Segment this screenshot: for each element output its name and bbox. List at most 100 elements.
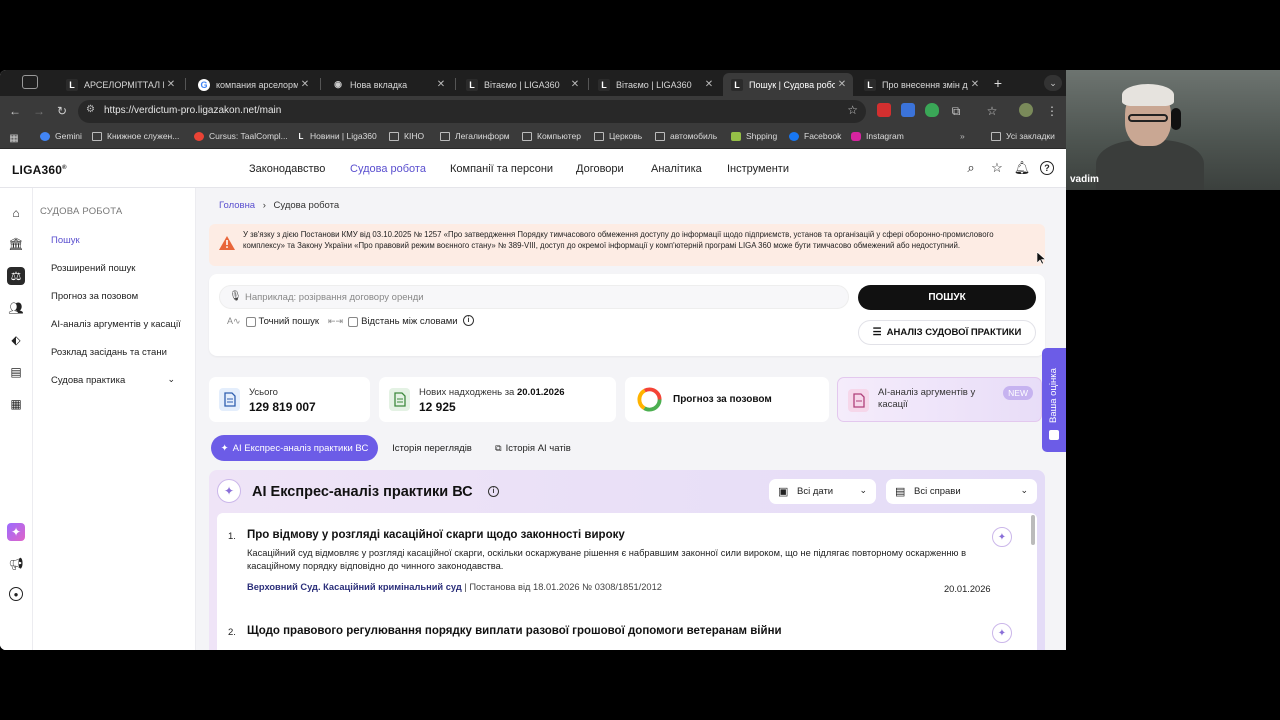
more-bookmarks-icon[interactable]: » [960, 131, 965, 141]
tab-search-icon[interactable] [22, 75, 38, 89]
liga360-logo[interactable]: LIGA360® [12, 163, 67, 177]
home-icon[interactable]: ⌂ [7, 204, 25, 222]
stat-ai-cassation[interactable]: AI-аналіз аргументів у касації NEW [837, 377, 1042, 422]
bookmark-item[interactable]: Instagram [851, 131, 904, 141]
tab[interactable]: L Вітаємо | LIGA360 ✕ [458, 73, 586, 96]
bookmarks-panel-icon[interactable]: ☆ [984, 103, 1000, 119]
bookmark-item[interactable]: Cursus: TaalCompl... [194, 131, 288, 141]
stat-forecast[interactable]: Прогноз за позовом [625, 377, 829, 422]
breadcrumb-home[interactable]: Головна [219, 200, 255, 211]
search-input[interactable] [245, 290, 825, 305]
tab-list-chevron-icon[interactable]: ⌄ [1044, 75, 1062, 91]
profile-avatar-icon[interactable] [1019, 103, 1033, 117]
nav-legislation[interactable]: Законодавство [249, 163, 325, 175]
url-text[interactable]: https://verdictum-pro.ligazakon.net/main [104, 105, 281, 116]
profile-icon[interactable]: ● [9, 587, 23, 601]
tab[interactable]: L Вітаємо | LIGA360 ✕ [590, 73, 720, 96]
tab[interactable]: L Про внесення змін до ✕ [856, 73, 986, 96]
close-tab-icon[interactable]: ✕ [434, 79, 448, 90]
result-title[interactable]: Щодо правового регулювання порядку випла… [247, 625, 782, 637]
forward-icon[interactable]: → [31, 103, 47, 119]
result-title[interactable]: Про відмову у розгляді касаційної скарги… [247, 529, 625, 541]
info-icon[interactable]: i [463, 315, 474, 326]
close-tab-icon[interactable]: ✕ [968, 79, 982, 90]
bookmark-item[interactable]: КІНО [389, 131, 424, 141]
close-tab-icon[interactable]: ✕ [702, 79, 716, 90]
browser-menu-icon[interactable]: ⋮ [1044, 103, 1060, 119]
all-bookmarks[interactable]: Усі закладки [991, 131, 1055, 141]
nav-court-work[interactable]: Судова робота [350, 163, 426, 175]
address-bar[interactable]: ⚙ https://verdictum-pro.ligazakon.net/ma… [78, 100, 866, 123]
close-tab-icon[interactable]: ✕ [164, 79, 178, 90]
news-icon[interactable]: ▤ [7, 363, 25, 381]
extensions-puzzle-icon[interactable]: ⧉ [948, 103, 964, 119]
new-tab-icon[interactable]: + [990, 75, 1006, 91]
notifications-bell-icon[interactable]: 🔔︎ [1014, 160, 1031, 176]
search-icon[interactable]: ⌕ [963, 160, 979, 176]
date-filter-dropdown[interactable]: ▣ Всі дати ⌄ [769, 479, 876, 504]
bookmark-item[interactable]: Книжное служен... [92, 131, 179, 141]
nav-contracts[interactable]: Договори [576, 163, 624, 175]
back-icon[interactable]: ← [7, 103, 23, 119]
word-distance-option[interactable]: ⇤⇥ Відстань між словами [328, 316, 458, 327]
translate-extension-icon[interactable] [901, 103, 915, 117]
tab[interactable]: L АРСЕЛОРМІТТАЛ КРИ ✕ [58, 73, 182, 96]
sidebar-item-search[interactable]: Пошук [51, 235, 80, 246]
ai-sparkle-button-icon[interactable]: ✦ [992, 527, 1012, 547]
bank-icon[interactable]: 🏛︎ [7, 235, 25, 253]
bookmark-item[interactable]: Компьютер [522, 131, 581, 141]
bookmark-item[interactable]: Shpping [731, 131, 777, 141]
exact-search-option[interactable]: A∿ Точний пошук [227, 316, 319, 327]
megaphone-icon[interactable]: 📢︎ [7, 555, 25, 573]
tab[interactable]: ◉ Нова вкладка ✕ [324, 73, 452, 96]
nav-companies[interactable]: Компанії та персони [450, 163, 553, 175]
close-tab-icon[interactable]: ✕ [298, 79, 312, 90]
info-icon[interactable]: i [488, 486, 499, 497]
tab-ai-express[interactable]: ✦ AI Експрес-аналіз практики ВС [211, 435, 378, 461]
bookmark-item[interactable]: автомобиль [655, 131, 717, 141]
people-icon[interactable]: 👥︎ [7, 299, 25, 317]
tab-active[interactable]: L Пошук | Судова робота ✕ [723, 73, 853, 96]
pdf-extension-icon[interactable] [877, 103, 891, 117]
nav-analytics[interactable]: Аналітика [651, 163, 702, 175]
bookmark-star-icon[interactable]: ☆ [847, 103, 858, 117]
gavel-icon[interactable]: ⚖ [7, 267, 25, 285]
bookmark-item[interactable]: Gemini [40, 131, 82, 141]
sidebar-item-court-practice[interactable]: Судова практика [51, 375, 125, 386]
ai-sparkle-button-icon[interactable]: ✦ [992, 623, 1012, 643]
close-tab-icon[interactable]: ✕ [835, 79, 849, 90]
scrollbar[interactable] [1031, 515, 1035, 545]
microphone-icon[interactable]: 🎙︎ [229, 291, 242, 302]
stat-total[interactable]: Усього 129 819 007 [209, 377, 370, 422]
sidebar-item-advanced-search[interactable]: Розширений пошук [51, 263, 135, 274]
court-practice-analysis-button[interactable]: ☰ АНАЛІЗ СУДОВОЇ ПРАКТИКИ [858, 320, 1036, 345]
tab-ai-chat-history[interactable]: ⧉ Історія AI чатів [488, 435, 578, 461]
feedback-tab[interactable]: Ваша оцінка [1042, 348, 1066, 452]
word-distance-checkbox[interactable] [348, 316, 359, 327]
apps-grid-icon[interactable]: ▦ [6, 130, 22, 146]
bookmark-item[interactable]: Церковь [594, 131, 642, 141]
result-court[interactable]: Верховний Суд. Касаційний кримінальний с… [247, 582, 462, 592]
stat-new[interactable]: Нових надходжень за 20.01.2026 12 925 [379, 377, 616, 422]
calculator-icon[interactable]: ▦ [7, 395, 25, 413]
tab[interactable]: G компания арселормиттал ✕ [190, 73, 316, 96]
tab-view-history[interactable]: Історія переглядів [386, 435, 478, 461]
help-icon[interactable]: ? [1040, 161, 1054, 175]
bookmark-item[interactable]: Легалинформ [440, 131, 510, 141]
ai-sparkle-icon[interactable]: ✦ [7, 523, 25, 541]
close-tab-icon[interactable]: ✕ [568, 79, 582, 90]
case-filter-dropdown[interactable]: ▤ Всі справи ⌄ [886, 479, 1037, 504]
chevron-down-icon[interactable]: ⌄ [167, 374, 175, 385]
nav-tools[interactable]: Інструменти [727, 163, 789, 175]
site-settings-icon[interactable]: ⚙ [86, 104, 95, 115]
reload-icon[interactable]: ↻ [54, 103, 70, 119]
sidebar-item-ai-cassation[interactable]: AI-аналіз аргументів у касації [51, 319, 181, 330]
sidebar-item-forecast[interactable]: Прогноз за позовом [51, 291, 138, 302]
handshake-icon[interactable]: ⬖ [7, 331, 25, 349]
shield-extension-icon[interactable] [925, 103, 939, 117]
favorites-star-icon[interactable]: ☆ [989, 160, 1005, 176]
bookmark-item[interactable]: Facebook [789, 131, 841, 141]
bookmark-item[interactable]: L Новини | Liga360 [297, 131, 377, 141]
search-field[interactable]: 🎙︎ [219, 285, 849, 309]
exact-search-checkbox[interactable] [245, 316, 256, 327]
